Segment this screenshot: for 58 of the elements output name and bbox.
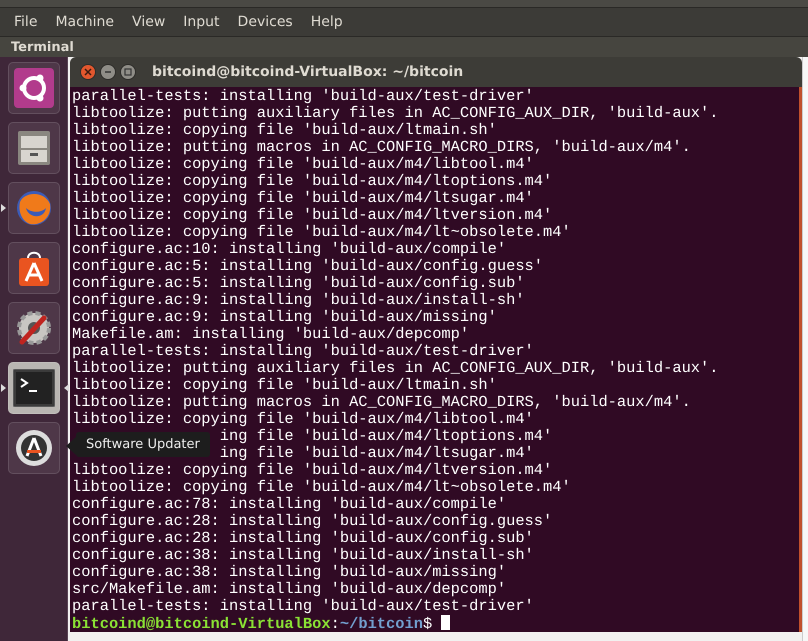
- launcher-item[interactable]: [8, 302, 60, 354]
- menu-item[interactable]: File: [10, 14, 48, 30]
- app-title: Terminal: [11, 40, 74, 54]
- output-line: libtoolize: copying file 'build-aux/m4/ltoptions.m4': [72, 173, 554, 190]
- output-line: Makefile.am: installing 'build-aux/depcomp': [72, 326, 470, 343]
- menu-item[interactable]: Help: [306, 14, 353, 30]
- output-line: configure.ac:5: installing 'build-aux/config.sub': [72, 275, 526, 292]
- output-line: libtoolize: putting macros in AC_CONFIG_MACRO_DIRS, 'build-aux/m4'.: [72, 139, 692, 156]
- output-line: ing file 'build-aux/m4/ltsugar.m4': [220, 444, 534, 462]
- prompt-symbol: $: [422, 615, 432, 633]
- output-line: configure.ac:9: installing 'build-aux/missing': [72, 309, 498, 326]
- output-line: libtoolize: copying file 'build-aux/m4/libtool.m4': [72, 411, 535, 428]
- terminal-icon: [12, 369, 54, 407]
- launcher-item[interactable]: [8, 242, 60, 294]
- output-line: configure.ac:5: installing 'build-aux/config.guess': [72, 258, 544, 275]
- output-line: parallel-tests: installing 'build-aux/test-driver': [72, 598, 535, 615]
- output-line: libtoolize: copying file 'build-aux/m4/libtool.m4': [72, 156, 535, 173]
- output-line: src/Makefile.am: installing 'build-aux/depcomp': [72, 581, 508, 598]
- output-line: libtoolize: copying file 'build-aux/ltmain.sh': [72, 377, 498, 394]
- output-line: configure.ac:38: installing 'build-aux/install-sh': [72, 547, 535, 564]
- output-line: libtoolize: copying file 'build-aux/m4/ltversion.m4': [72, 207, 554, 224]
- close-button[interactable]: [80, 64, 96, 80]
- menu-item[interactable]: View: [128, 14, 176, 30]
- menu-item[interactable]: Devices: [234, 14, 303, 30]
- output-line: libtoolize: copying file 'build-aux/m4/ltsugar.m4': [72, 190, 535, 207]
- output-line: libtoolize: putting auxiliary files in AC_CONFIG_AUX_DIR, 'build-aux'.: [72, 105, 720, 122]
- output-line: parallel-tests: installing 'build-aux/test-driver': [72, 343, 535, 360]
- launcher-item[interactable]: [8, 122, 60, 174]
- text-cursor: [441, 615, 450, 630]
- window-title: bitcoind@bitcoind-VirtualBox: ~/bitcoin: [152, 64, 464, 80]
- ubuntu-logo-icon: [14, 68, 54, 108]
- output-line: configure.ac:9: installing 'build-aux/install-sh': [72, 292, 526, 309]
- output-line: libtoolize: putting auxiliary files in AC_CONFIG_AUX_DIR, 'build-aux'.: [72, 360, 720, 377]
- menu-item[interactable]: Input: [179, 14, 230, 30]
- output-line: configure.ac:78: installing 'build-aux/compile': [72, 496, 508, 513]
- launcher-item[interactable]: [8, 62, 60, 114]
- launcher-item[interactable]: [8, 422, 60, 474]
- updater-icon: [14, 428, 54, 468]
- prompt-user-host: bitcoind@bitcoind-VirtualBox: [72, 615, 331, 633]
- output-line: configure.ac:28: installing 'build-aux/config.sub': [72, 530, 535, 547]
- minimize-button[interactable]: [100, 64, 116, 80]
- output-line: configure.ac:38: installing 'build-aux/missing': [72, 564, 508, 581]
- close-icon: [84, 68, 92, 76]
- output-line: libtoolize: copying file 'build-aux/m4/lt~obsolete.m4': [72, 224, 572, 241]
- output-line: libtoolize: copying file 'build-aux/ltmain.sh': [72, 122, 498, 139]
- prompt-path: ~/bitcoin: [340, 615, 423, 633]
- tooltip: Software Updater: [76, 432, 210, 457]
- output-line: parallel-tests: installing 'build-aux/test-driver': [72, 88, 535, 105]
- output-line: ing file 'build-aux/m4/ltoptions.m4': [220, 427, 552, 445]
- output-line: libtoolize: copying file 'build-aux/m4/lt~obsolete.m4': [72, 479, 572, 496]
- prompt-separator: :: [330, 615, 340, 633]
- output-line: libtoolize: putting macros in AC_CONFIG_MACRO_DIRS, 'build-aux/m4'.: [72, 394, 692, 411]
- menu-item[interactable]: Machine: [51, 14, 124, 30]
- output-line: configure.ac:28: installing 'build-aux/config.guess': [72, 513, 554, 530]
- maximize-button[interactable]: [120, 64, 136, 80]
- maximize-icon: [124, 68, 132, 76]
- output-line: configure.ac:10: installing 'build-aux/compile': [72, 241, 508, 258]
- output-line: libtoolize: copying file 'build-aux/m4/ltversion.m4': [72, 462, 554, 479]
